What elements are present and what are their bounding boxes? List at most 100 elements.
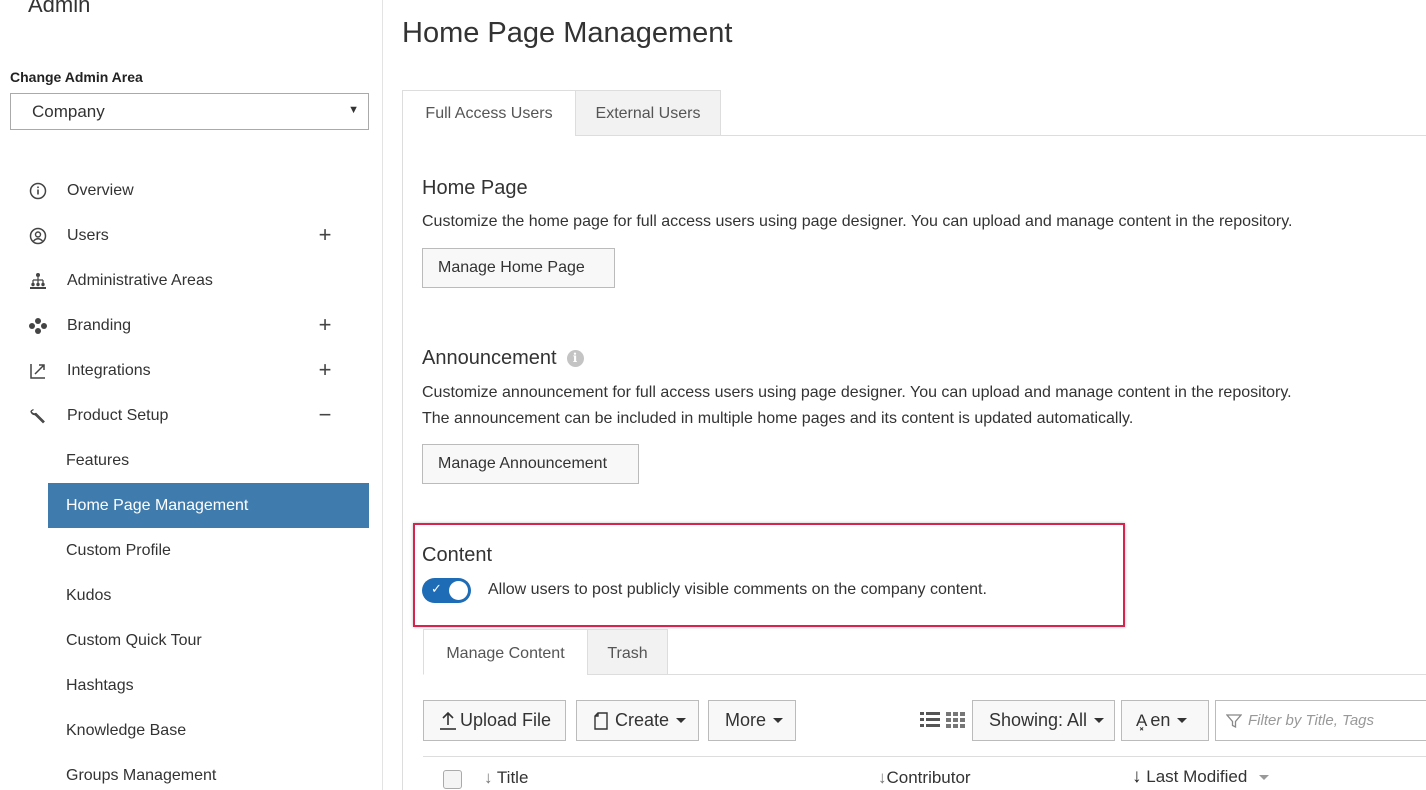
caret-down-icon (1177, 718, 1188, 723)
manage-announcement-button[interactable]: Manage Announcement (422, 444, 639, 484)
announcement-description-2: The announcement can be included in mult… (422, 410, 1134, 427)
column-title-label: Title (496, 768, 529, 787)
sidebar-item-label: Integrations (67, 362, 151, 379)
announcement-heading: Announcement (422, 347, 557, 369)
column-contributor[interactable]: ↓Contributor (878, 768, 971, 788)
upload-file-button[interactable]: Upload File (423, 700, 566, 741)
sidebar-item-label: Branding (67, 317, 132, 334)
sort-icon: ↓ (1132, 766, 1142, 787)
sidebar-subitem-label: Custom Quick Tour (66, 632, 202, 649)
column-last-modified[interactable]: ↓ Last Modified (1132, 766, 1270, 788)
info-icon[interactable]: i (566, 350, 584, 368)
tab-panel: Home Page Customize the home page for fu… (402, 135, 1426, 790)
sidebar-item-product-setup[interactable]: Product Setup − (0, 393, 383, 438)
caret-down-icon (1094, 718, 1105, 723)
announcement-description-1: Customize announcement for full access u… (422, 384, 1292, 401)
main-content: Home Page Management Full Access Users E… (383, 0, 1426, 790)
wrench-icon (27, 405, 49, 427)
create-button[interactable]: Create (576, 700, 699, 741)
sidebar-subitem-label: Features (66, 452, 130, 469)
content-tabs: Manage Content Trash (423, 629, 1426, 675)
change-admin-area-label: Change Admin Area (10, 69, 143, 85)
palette-icon (27, 315, 49, 337)
content-highlight-box (413, 523, 1125, 627)
caret-down-icon (1259, 775, 1270, 781)
sidebar-subitem-label: Kudos (66, 587, 112, 604)
column-contributor-label: Contributor (886, 768, 971, 787)
sidebar-nav: Overview Users + Administrative Areas Br… (0, 168, 383, 790)
sidebar-subitem-label: Hashtags (66, 677, 134, 694)
collapse-icon[interactable]: − (316, 402, 334, 428)
tab-trash[interactable]: Trash (587, 629, 668, 675)
user-circle-icon (27, 225, 49, 247)
filter-icon (1226, 713, 1242, 728)
sidebar-subitem-custom-quick-tour[interactable]: Custom Quick Tour (0, 618, 383, 663)
grid-view-icon[interactable] (946, 711, 966, 734)
list-view-icon[interactable] (920, 711, 940, 734)
more-label: More (725, 710, 767, 730)
sidebar-subitem-hashtags[interactable]: Hashtags (0, 663, 383, 708)
public-comments-label: Allow users to post publicly visible com… (488, 581, 987, 598)
sort-icon: ↓ (878, 768, 887, 787)
sidebar-item-users[interactable]: Users + (0, 213, 383, 258)
showing-label: Showing: All (989, 710, 1088, 730)
sidebar-item-label: Product Setup (67, 407, 169, 424)
toggle-knob (449, 581, 468, 600)
sidebar-item-label: Administrative Areas (67, 272, 213, 289)
sidebar-subitem-home-page-management[interactable]: Home Page Management (0, 483, 383, 528)
upload-icon (440, 711, 456, 730)
sidebar-subitem-kudos[interactable]: Kudos (0, 573, 383, 618)
sidebar-item-branding[interactable]: Branding + (0, 303, 383, 348)
integration-icon (27, 360, 49, 382)
more-button[interactable]: More (708, 700, 796, 741)
admin-area-select[interactable]: Company ▼ (10, 93, 369, 130)
home-page-heading: Home Page (422, 177, 528, 199)
dropdown-arrow-icon: ▼ (348, 104, 359, 116)
sidebar-item-label: Users (67, 227, 109, 244)
showing-filter-button[interactable]: Showing: All (972, 700, 1115, 741)
upload-file-label: Upload File (460, 710, 552, 730)
sidebar-subitem-groups-management[interactable]: Groups Management (0, 753, 383, 790)
sidebar-item-administrative-areas[interactable]: Administrative Areas (0, 258, 383, 303)
sidebar-item-overview[interactable]: Overview (0, 168, 383, 213)
language-button[interactable]: A͓ en (1121, 700, 1209, 741)
expand-icon[interactable]: + (316, 357, 334, 383)
page-title: Home Page Management (402, 17, 733, 49)
sidebar-subitem-custom-profile[interactable]: Custom Profile (0, 528, 383, 573)
language-label: en (1150, 710, 1171, 730)
select-all-checkbox[interactable] (443, 770, 462, 789)
document-icon (594, 711, 608, 730)
sidebar-subitem-features[interactable]: Features (0, 438, 383, 483)
public-comments-toggle[interactable]: ✓ (422, 578, 471, 603)
sidebar-subitem-label: Knowledge Base (66, 722, 187, 739)
expand-icon[interactable]: + (316, 312, 334, 338)
home-page-description: Customize the home page for full access … (422, 213, 1293, 230)
info-circle-icon (27, 180, 49, 202)
column-last-modified-label: Last Modified (1146, 767, 1248, 786)
admin-area-value: Company (32, 102, 105, 121)
filter-input[interactable]: Filter by Title, Tags (1215, 700, 1426, 741)
announcement-heading-row: Announcement i (422, 347, 584, 370)
sidebar-subitem-label: Groups Management (66, 767, 217, 784)
translate-icon: A͓ (1136, 710, 1148, 730)
sidebar-item-integrations[interactable]: Integrations + (0, 348, 383, 393)
sidebar-title: Admin (28, 0, 91, 17)
sidebar-subitem-label: Home Page Management (66, 497, 249, 514)
caret-down-icon (773, 718, 784, 723)
expand-icon[interactable]: + (316, 222, 334, 248)
tab-external-users[interactable]: External Users (575, 90, 721, 136)
manage-home-page-button[interactable]: Manage Home Page (422, 248, 615, 288)
tab-manage-content[interactable]: Manage Content (423, 629, 588, 675)
hierarchy-icon (27, 270, 49, 292)
content-heading: Content (422, 544, 493, 566)
filter-placeholder: Filter by Title, Tags (1248, 712, 1375, 729)
admin-sidebar: Admin Change Admin Area Company ▼ Overvi… (0, 0, 383, 790)
tab-full-access-users[interactable]: Full Access Users (402, 90, 576, 136)
sidebar-item-label: Overview (67, 182, 134, 199)
sidebar-subitem-knowledge-base[interactable]: Knowledge Base (0, 708, 383, 753)
user-type-tabs: Full Access Users External Users (402, 90, 1426, 136)
column-title[interactable]: ↓ Title (484, 768, 528, 788)
create-label: Create (615, 710, 670, 730)
checkmark-icon: ✓ (431, 581, 442, 596)
caret-down-icon (676, 718, 687, 723)
